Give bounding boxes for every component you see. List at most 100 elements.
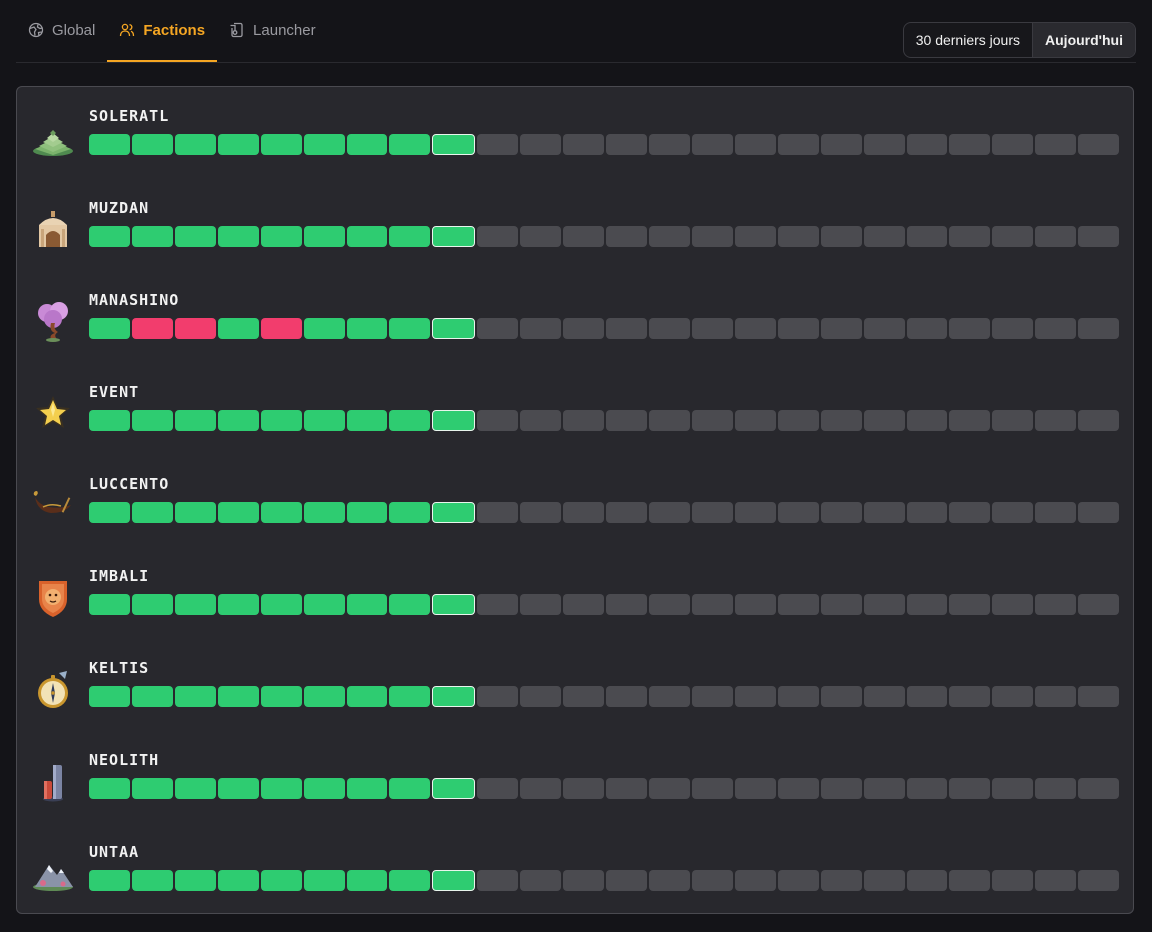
status-segment-empty[interactable] [606,686,647,707]
status-segment-up[interactable] [217,594,259,615]
status-segment-empty[interactable] [1035,502,1077,523]
status-segment-up[interactable] [174,410,216,431]
status-segment-up[interactable] [217,410,259,431]
status-segment-empty[interactable] [906,594,948,615]
status-segment-empty[interactable] [648,870,690,891]
status-segment-empty[interactable] [777,502,819,523]
status-segment-up[interactable] [260,870,302,891]
status-segment-up[interactable] [346,870,388,891]
status-segment-up[interactable] [217,778,259,799]
status-segment-up[interactable] [346,318,388,339]
status-segment-empty[interactable] [606,318,647,339]
status-segment-empty[interactable] [1035,410,1077,431]
status-segment-empty[interactable] [949,226,991,247]
status-segment-up[interactable] [260,594,302,615]
status-segment-empty[interactable] [477,134,519,155]
status-segment-empty[interactable] [992,870,1034,891]
status-segment-empty[interactable] [734,134,776,155]
status-segment-empty[interactable] [563,686,605,707]
tab-factions[interactable]: Factions [107,0,218,62]
status-segment-up[interactable] [303,870,345,891]
status-segment-empty[interactable] [606,594,647,615]
status-segment-empty[interactable] [606,870,647,891]
status-segment-empty[interactable] [820,134,862,155]
status-segment-up[interactable] [174,778,216,799]
status-segment-up[interactable] [303,778,345,799]
status-segment-up[interactable] [432,870,476,891]
status-segment-empty[interactable] [949,134,991,155]
status-segment-empty[interactable] [520,778,562,799]
status-segment-empty[interactable] [1078,410,1120,431]
status-segment-empty[interactable] [606,134,647,155]
status-segment-empty[interactable] [1035,686,1077,707]
status-segment-up[interactable] [346,778,388,799]
status-segment-up[interactable] [217,502,259,523]
status-segment-up[interactable] [432,778,476,799]
status-segment-empty[interactable] [734,594,776,615]
status-segment-up[interactable] [174,226,216,247]
tab-launcher[interactable]: Launcher [217,0,328,62]
status-segment-empty[interactable] [477,686,519,707]
status-segment-up[interactable] [89,410,130,431]
status-segment-empty[interactable] [863,594,905,615]
status-segment-empty[interactable] [949,318,991,339]
status-segment-up[interactable] [260,410,302,431]
status-segment-empty[interactable] [863,226,905,247]
status-segment-empty[interactable] [691,226,733,247]
status-segment-empty[interactable] [820,686,862,707]
status-segment-empty[interactable] [563,134,605,155]
status-segment-up[interactable] [389,226,431,247]
status-segment-empty[interactable] [777,778,819,799]
status-segment-empty[interactable] [949,594,991,615]
status-segment-up[interactable] [303,594,345,615]
status-segment-up[interactable] [432,594,476,615]
status-segment-up[interactable] [131,134,173,155]
status-segment-up[interactable] [131,502,173,523]
status-segment-empty[interactable] [992,594,1034,615]
status-segment-empty[interactable] [1035,226,1077,247]
status-segment-empty[interactable] [906,226,948,247]
status-segment-empty[interactable] [734,778,776,799]
status-segment-empty[interactable] [563,870,605,891]
status-segment-empty[interactable] [734,410,776,431]
status-segment-empty[interactable] [906,778,948,799]
status-segment-up[interactable] [131,870,173,891]
status-segment-empty[interactable] [563,410,605,431]
status-segment-empty[interactable] [777,686,819,707]
status-segment-empty[interactable] [992,410,1034,431]
status-segment-up[interactable] [346,594,388,615]
status-segment-empty[interactable] [648,686,690,707]
status-segment-empty[interactable] [1035,778,1077,799]
tab-global[interactable]: Global [16,0,107,62]
status-segment-up[interactable] [432,410,476,431]
status-segment-up[interactable] [389,686,431,707]
status-segment-empty[interactable] [691,778,733,799]
status-segment-up[interactable] [217,870,259,891]
status-segment-up[interactable] [217,226,259,247]
status-segment-down[interactable] [174,318,216,339]
status-segment-up[interactable] [174,594,216,615]
status-segment-empty[interactable] [906,686,948,707]
status-segment-up[interactable] [131,778,173,799]
status-segment-empty[interactable] [520,870,562,891]
status-segment-empty[interactable] [992,318,1034,339]
status-segment-up[interactable] [174,502,216,523]
status-segment-empty[interactable] [777,318,819,339]
status-segment-empty[interactable] [992,226,1034,247]
status-segment-up[interactable] [217,686,259,707]
status-segment-empty[interactable] [520,318,562,339]
status-segment-empty[interactable] [648,410,690,431]
status-segment-empty[interactable] [906,870,948,891]
status-segment-empty[interactable] [606,778,647,799]
status-segment-up[interactable] [260,134,302,155]
status-segment-up[interactable] [346,134,388,155]
status-segment-empty[interactable] [949,686,991,707]
status-segment-empty[interactable] [691,686,733,707]
status-segment-empty[interactable] [949,778,991,799]
status-segment-empty[interactable] [1078,502,1120,523]
status-segment-empty[interactable] [477,778,519,799]
status-segment-empty[interactable] [520,594,562,615]
status-segment-empty[interactable] [691,318,733,339]
status-segment-empty[interactable] [906,502,948,523]
status-segment-up[interactable] [389,870,431,891]
